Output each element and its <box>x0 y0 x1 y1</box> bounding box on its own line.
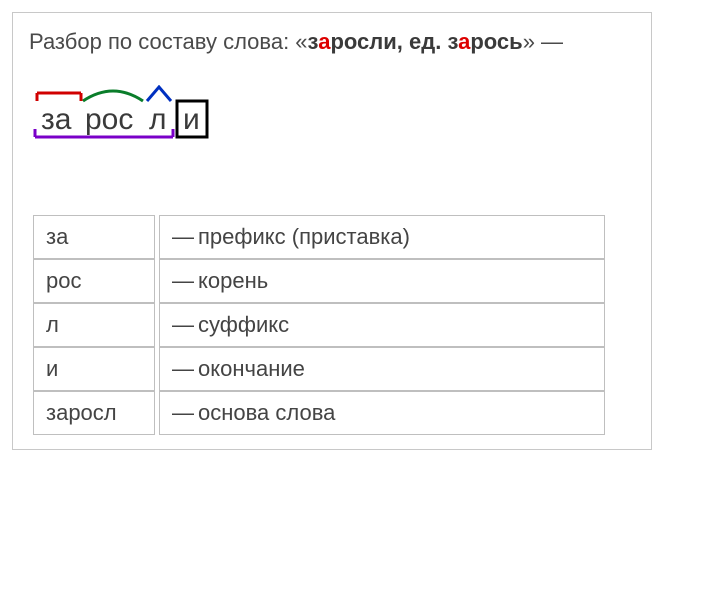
prefix-mark-icon <box>37 93 81 101</box>
morpheme-desc: —окончание <box>159 347 605 391</box>
mdash-icon: — <box>172 268 190 294</box>
morpheme-desc: —корень <box>159 259 605 303</box>
morpheme-part: л <box>33 303 155 347</box>
morpheme-part: за <box>33 215 155 259</box>
suffix-mark-icon <box>147 87 171 101</box>
mdash-icon: — <box>172 312 190 338</box>
diagram-ending: и <box>183 103 200 136</box>
diagram-prefix: за <box>41 103 72 136</box>
morphology-panel: Разбор по составу слова: «заросли, ед. з… <box>12 12 652 450</box>
diagram-suffix: л <box>149 103 167 136</box>
morpheme-table: за—префикс (приставка)рос—кореньл—суффик… <box>29 215 609 435</box>
morpheme-desc: —суффикс <box>159 303 605 347</box>
morpheme-part: рос <box>33 259 155 303</box>
table-row: за—префикс (приставка) <box>33 215 605 259</box>
morpheme-diagram: за рос л и <box>31 85 635 145</box>
mdash-icon: — <box>172 224 190 250</box>
table-row: л—суффикс <box>33 303 605 347</box>
table-body: за—префикс (приставка)рос—кореньл—суффик… <box>33 215 605 435</box>
morpheme-desc: —основа слова <box>159 391 605 435</box>
morpheme-svg: за рос л и <box>31 85 221 145</box>
table-row: и—окончание <box>33 347 605 391</box>
morpheme-part: и <box>33 347 155 391</box>
root-mark-icon <box>83 91 143 101</box>
morpheme-desc: —префикс (приставка) <box>159 215 605 259</box>
morpheme-part: заросл <box>33 391 155 435</box>
mdash-icon: — <box>172 356 190 382</box>
table-row: заросл—основа слова <box>33 391 605 435</box>
table-row: рос—корень <box>33 259 605 303</box>
mdash-icon: — <box>172 400 190 426</box>
heading-suffix: » — <box>523 29 563 54</box>
heading-prefix: Разбор по составу слова: « <box>29 29 308 54</box>
heading: Разбор по составу слова: «заросли, ед. з… <box>29 27 635 57</box>
diagram-root: рос <box>85 103 133 136</box>
